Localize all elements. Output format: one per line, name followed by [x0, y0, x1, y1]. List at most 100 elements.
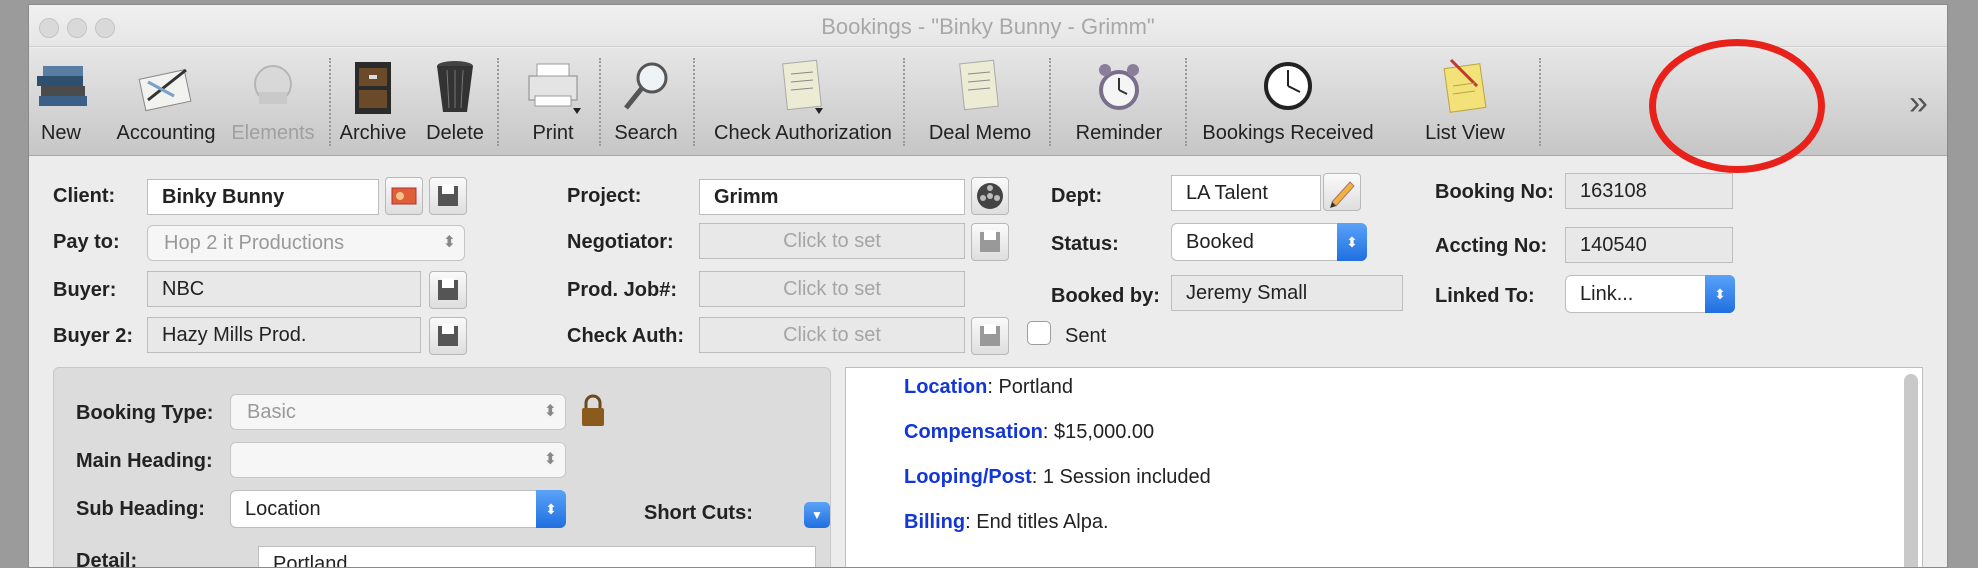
sub-heading-label: Sub Heading: [76, 498, 205, 520]
search-button[interactable]: Search [603, 48, 689, 156]
toolbar-separator [599, 58, 601, 146]
short-cuts-label: Short Cuts: [644, 502, 753, 524]
archive-button[interactable]: Archive [333, 48, 413, 156]
buyer2-rolodex-button[interactable] [429, 317, 467, 355]
memo-icon [959, 59, 999, 111]
status-select[interactable]: Booked ⬍ [1171, 223, 1367, 261]
reminder-button[interactable]: Reminder [1059, 48, 1179, 156]
deal-memo-button[interactable]: Deal Memo [915, 48, 1045, 156]
dept-label: Dept: [1051, 185, 1103, 207]
pay-to-label: Pay to: [53, 231, 120, 253]
dept-field[interactable]: LA Talent [1171, 175, 1321, 211]
booking-notes-panel[interactable]: Location: Portland Compensation: $15,000… [845, 367, 1923, 567]
notepad-pencil-icon [1443, 58, 1487, 113]
delete-button[interactable]: Delete [415, 48, 495, 156]
booking-no-label: Booking No: [1435, 181, 1554, 203]
status-value: Booked [1186, 231, 1254, 253]
sub-heading-select[interactable]: Location ⬍ [230, 490, 566, 528]
negotiator-rolodex-button[interactable] [971, 223, 1009, 261]
main-heading-label: Main Heading: [76, 450, 213, 472]
elements-icon [254, 65, 292, 104]
printer-icon [528, 63, 581, 114]
books-stack-icon [37, 66, 87, 106]
trash-can-icon [437, 61, 473, 112]
accting-no-field: 140540 [1565, 227, 1733, 263]
ledger-pen-icon [138, 68, 192, 112]
toolbar-separator [693, 58, 695, 146]
rolodex-icon [980, 324, 1000, 346]
toolbar-separator [903, 58, 905, 146]
pencil-icon [1330, 181, 1355, 208]
lock-icon[interactable] [578, 394, 608, 428]
booked-by-field[interactable]: Jeremy Small [1171, 275, 1403, 311]
filing-cabinet-icon [355, 62, 391, 114]
toolbar-overflow-chevron-icon[interactable]: » [1909, 84, 1928, 123]
main-heading-select[interactable]: ⬍ [230, 442, 566, 478]
detail-field[interactable]: Portland [258, 546, 816, 567]
client-field[interactable]: Binky Bunny [147, 179, 379, 215]
document-icon [782, 59, 823, 114]
bookings-received-button[interactable]: Bookings Received [1195, 48, 1381, 156]
buyer-rolodex-button[interactable] [429, 271, 467, 309]
list-view-button[interactable]: List View [1395, 48, 1535, 156]
rolodex-icon [438, 324, 458, 346]
updown-arrows-icon: ⬍ [442, 234, 456, 251]
toolbar-separator [1049, 58, 1051, 146]
rolodex-icon [438, 184, 458, 206]
accounting-button[interactable]: Accounting [111, 48, 221, 156]
updown-arrows-icon: ⬍ [543, 451, 557, 468]
check-auth-label: Check Auth: [567, 325, 685, 347]
negotiator-field[interactable]: Click to set [699, 223, 965, 259]
booking-type-value: Basic [247, 401, 296, 423]
sent-checkbox[interactable] [1027, 321, 1051, 345]
title-bar: Bookings - "Binky Bunny - Grimm" [29, 5, 1947, 47]
check-auth-rolodex-button[interactable] [971, 317, 1009, 355]
notes-scrollbar[interactable] [1904, 374, 1918, 567]
film-reel-icon [977, 183, 1003, 209]
rolodex-icon [980, 230, 1000, 252]
linked-to-select[interactable]: Link... ⬍ [1565, 275, 1735, 313]
accting-no-label: Accting No: [1435, 235, 1548, 257]
note-value: : Portland [987, 376, 1073, 398]
contact-card-icon [391, 187, 417, 205]
note-key: Location [904, 376, 988, 398]
toolbar-separator [497, 58, 499, 146]
client-label: Client: [53, 185, 116, 207]
note-billing: Billing: End titles Alpa. [904, 511, 1211, 534]
check-authorization-button[interactable]: Check Authorization [707, 48, 899, 156]
updown-arrows-icon: ⬍ [543, 403, 557, 420]
toolbar-separator [329, 58, 331, 146]
prod-job-field[interactable]: Click to set [699, 271, 965, 307]
project-reel-button[interactable] [971, 177, 1009, 215]
project-field[interactable]: Grimm [699, 179, 965, 215]
client-rolodex-button[interactable] [429, 177, 467, 215]
alarm-clock-icon [1099, 64, 1139, 110]
detail-label: Detail: [76, 550, 138, 568]
check-auth-field[interactable]: Click to set [699, 317, 965, 353]
pay-to-select[interactable]: Hop 2 it Productions ⬍ [147, 225, 465, 261]
buyer2-field[interactable]: Hazy Mills Prod. [147, 317, 421, 353]
updown-arrows-icon: ⬍ [1337, 223, 1367, 261]
print-button[interactable]: Print [513, 48, 593, 156]
new-button[interactable]: New [31, 48, 91, 156]
buyer-label: Buyer: [53, 279, 117, 301]
notes-list: Location: Portland Compensation: $15,000… [904, 376, 1211, 556]
note-location: Location: Portland [904, 376, 1211, 399]
client-card-button[interactable] [385, 177, 423, 215]
updown-arrows-icon: ⬍ [1705, 275, 1735, 313]
booking-type-select[interactable]: Basic ⬍ [230, 394, 566, 430]
note-compensation: Compensation: $15,000.00 [904, 421, 1211, 444]
booking-details-panel: Booking Type: Basic ⬍ Main Heading: ⬍ Sub… [53, 367, 831, 568]
elements-button[interactable]: Elements [221, 48, 325, 156]
dept-edit-button[interactable] [1323, 173, 1361, 211]
linked-to-value: Link... [1580, 283, 1634, 305]
sent-label: Sent [1065, 325, 1107, 347]
note-looping-post: Looping/Post: 1 Session included [904, 466, 1211, 489]
pay-to-value: Hop 2 it Productions [164, 232, 345, 254]
negotiator-label: Negotiator: [567, 231, 674, 253]
buyer-field[interactable]: NBC [147, 271, 421, 307]
short-cuts-dropdown-icon[interactable]: ▼ [804, 502, 830, 528]
note-key: Billing [904, 511, 966, 533]
note-key: Looping/Post [904, 466, 1032, 488]
status-label: Status: [1051, 233, 1119, 255]
